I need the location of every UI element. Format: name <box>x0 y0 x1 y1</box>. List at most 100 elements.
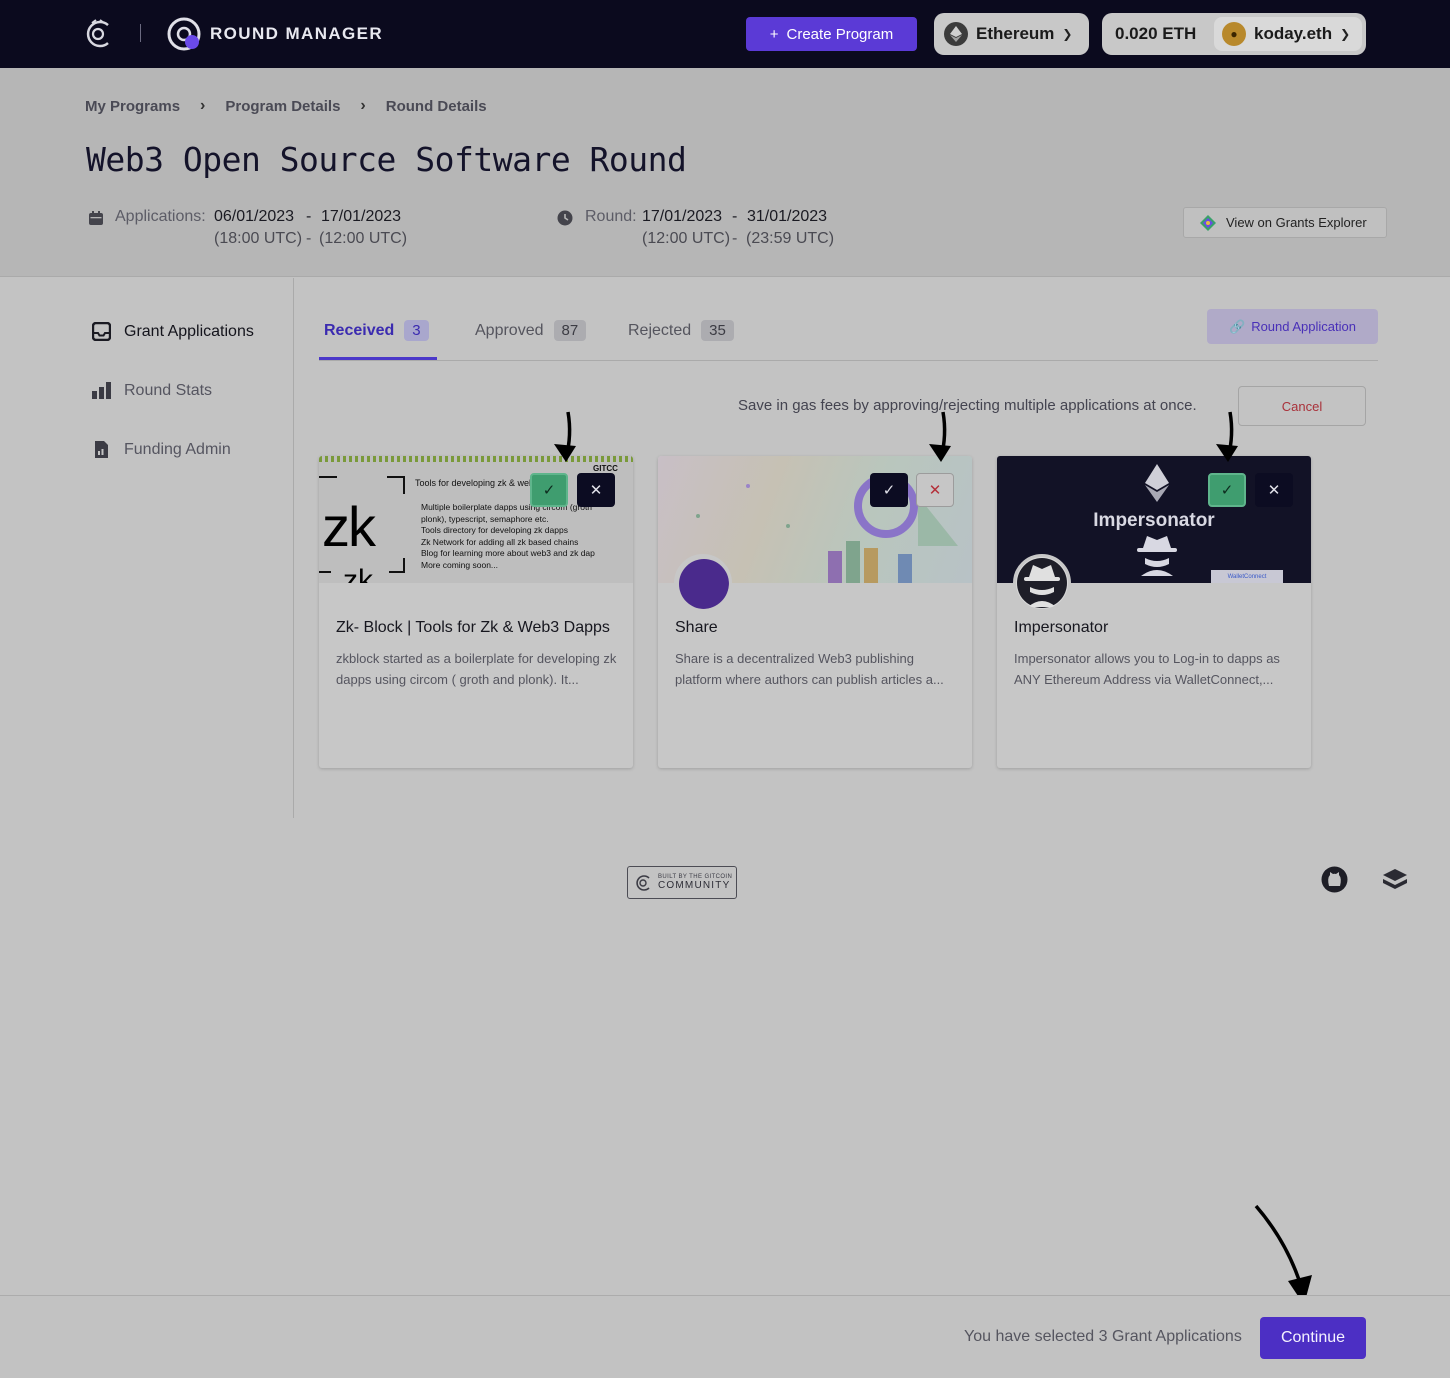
grants-explorer-icon <box>1200 214 1216 231</box>
docs-book-icon[interactable] <box>1381 867 1408 891</box>
date-dash: - <box>306 230 312 247</box>
selection-count-text: You have selected 3 Grant Applications <box>964 1328 1242 1345</box>
chevron-down-icon: ❯ <box>1340 27 1351 41</box>
community-label: COMMUNITY <box>658 880 731 891</box>
reject-button[interactable]: ✕ <box>1255 473 1293 507</box>
breadcrumb-program-details[interactable]: Program Details <box>225 98 340 115</box>
top-nav: ROUND MANAGER + Create Program Ethereum … <box>0 0 1450 68</box>
application-card[interactable]: ✓ ✕ Share Share is a decentralized Web3 … <box>658 456 972 768</box>
page-title: Web3 Open Source Software Round <box>86 140 687 179</box>
banner-bullet: Tools directory for developing zk dapps <box>421 525 568 536</box>
applications-end-time: (12:00 UTC) <box>319 230 408 247</box>
banner-bullet: Blog for learning more about web3 and zk… <box>421 548 595 559</box>
close-icon: ✕ <box>928 482 942 499</box>
card-title: Share <box>675 619 718 636</box>
round-end-time: (23:59 UTC) <box>746 230 835 247</box>
applications-label: Applications: <box>115 208 206 225</box>
round-label: Round: <box>585 208 637 225</box>
round-start: 17/01/2023 <box>642 208 723 225</box>
gitcoin-logo-icon[interactable] <box>82 18 114 50</box>
bulk-select-note: Save in gas fees by approving/rejecting … <box>738 397 1197 414</box>
gitcoin-community-badge[interactable]: BUILT BY THE GITCOIN COMMUNITY <box>627 866 737 899</box>
zk-logo-subtext: zk <box>343 564 373 583</box>
check-icon: ✓ <box>542 482 556 499</box>
continue-button[interactable]: Continue <box>1260 1317 1366 1359</box>
sidebar-item-label: Funding Admin <box>124 440 231 458</box>
check-icon: ✓ <box>882 482 896 499</box>
chevron-right-icon: › <box>200 97 206 114</box>
breadcrumb-my-programs[interactable]: My Programs <box>85 98 180 115</box>
reject-button[interactable]: ✕ <box>916 473 954 507</box>
avatar: ● <box>1222 22 1246 46</box>
breadcrumb-round-details[interactable]: Round Details <box>386 98 487 115</box>
round-application-button[interactable]: 🔗 Round Application <box>1207 309 1378 344</box>
plus-icon: + <box>769 25 779 43</box>
tab-label: Rejected <box>628 321 692 339</box>
sidebar-item-round-stats[interactable]: Round Stats <box>92 381 212 400</box>
arrow-annotation-icon <box>1254 1204 1312 1305</box>
applications-start-time: (18:00 UTC) <box>214 230 303 247</box>
zk-logo: zk zk <box>319 476 407 583</box>
link-icon: 🔗 <box>1229 318 1246 334</box>
sidebar-item-funding-admin[interactable]: Funding Admin <box>92 440 231 459</box>
application-card[interactable]: Impersonator WalletConnect ✓ ✕ Impersona… <box>997 456 1311 768</box>
check-icon: ✓ <box>1220 482 1234 499</box>
card-description: zkblock started as a boilerplate for dev… <box>336 651 617 687</box>
inbox-icon <box>92 322 111 341</box>
create-program-label: Create Program <box>786 25 894 43</box>
project-avatar <box>674 554 732 612</box>
ethereum-icon <box>1145 464 1169 502</box>
approve-button[interactable]: ✓ <box>530 473 568 507</box>
tab-rejected[interactable]: Rejected 35 <box>628 320 734 341</box>
approve-button[interactable]: ✓ <box>870 473 908 507</box>
network-selector[interactable]: Ethereum ❯ <box>934 13 1089 55</box>
tab-approved[interactable]: Approved 87 <box>475 320 587 341</box>
sidebar-item-grant-applications[interactable]: Grant Applications <box>92 322 254 341</box>
tab-label: Approved <box>475 321 544 339</box>
banner-bullet: Zk Network for adding all zk based chain… <box>421 536 579 547</box>
banner-heading: Impersonator <box>1093 510 1215 531</box>
banner-bullets: Multiple boilerplate dapps using circom … <box>421 502 595 572</box>
tab-count: 87 <box>553 320 587 341</box>
card-title: Impersonator <box>1014 619 1109 636</box>
applications-start: 06/01/2023 <box>214 208 295 225</box>
calendar-icon <box>89 211 103 225</box>
create-program-button[interactable]: + Create Program <box>746 17 917 51</box>
view-grants-explorer-button[interactable]: View on Grants Explorer <box>1183 207 1387 238</box>
reject-button[interactable]: ✕ <box>577 473 615 507</box>
account-selector[interactable]: ● koday.eth ❯ <box>1214 17 1362 51</box>
sidebar-item-label: Grant Applications <box>124 322 254 340</box>
round-manager-logo-icon <box>167 17 201 51</box>
sidebar <box>0 278 294 818</box>
bar-chart-icon <box>92 382 111 399</box>
application-card[interactable]: zk zk Tools for developing zk & web3 dap… <box>319 456 633 768</box>
round-application-label: Round Application <box>1251 319 1356 334</box>
gitcoin-logo-icon <box>636 874 650 891</box>
breadcrumb: My Programs › Program Details › Round De… <box>85 97 487 115</box>
sidebar-item-label: Round Stats <box>124 381 213 399</box>
banner-corner-logo: GITCC <box>593 464 618 473</box>
view-grants-explorer-label: View on Grants Explorer <box>1226 215 1367 230</box>
cancel-button[interactable]: Cancel <box>1238 386 1366 426</box>
github-icon[interactable] <box>1321 866 1348 893</box>
wallet-widget[interactable]: 0.020 ETH ● koday.eth ❯ <box>1102 13 1366 55</box>
approve-button[interactable]: ✓ <box>1208 473 1246 507</box>
logo-divider <box>140 24 141 42</box>
tab-count: 3 <box>404 320 429 341</box>
brand-title: ROUND MANAGER <box>210 24 384 43</box>
date-dash: - <box>306 208 312 225</box>
active-tab-indicator <box>319 357 437 360</box>
date-dash: - <box>732 208 738 225</box>
wallet-balance: 0.020 ETH <box>1115 24 1197 43</box>
clock-icon <box>557 210 573 226</box>
grass-strip <box>319 456 633 462</box>
chevron-right-icon: › <box>360 97 366 114</box>
banner-bullet: More coming soon... <box>421 559 499 570</box>
tab-count: 35 <box>701 320 734 341</box>
spy-avatar-icon <box>1017 558 1067 608</box>
document-chart-icon <box>95 441 108 458</box>
banner-bullet: plonk), typescript, semaphore etc. <box>421 513 549 524</box>
tab-received[interactable]: Received 3 <box>324 320 429 341</box>
walletconnect-badge: WalletConnect <box>1211 570 1283 583</box>
round-end: 31/01/2023 <box>747 208 828 225</box>
